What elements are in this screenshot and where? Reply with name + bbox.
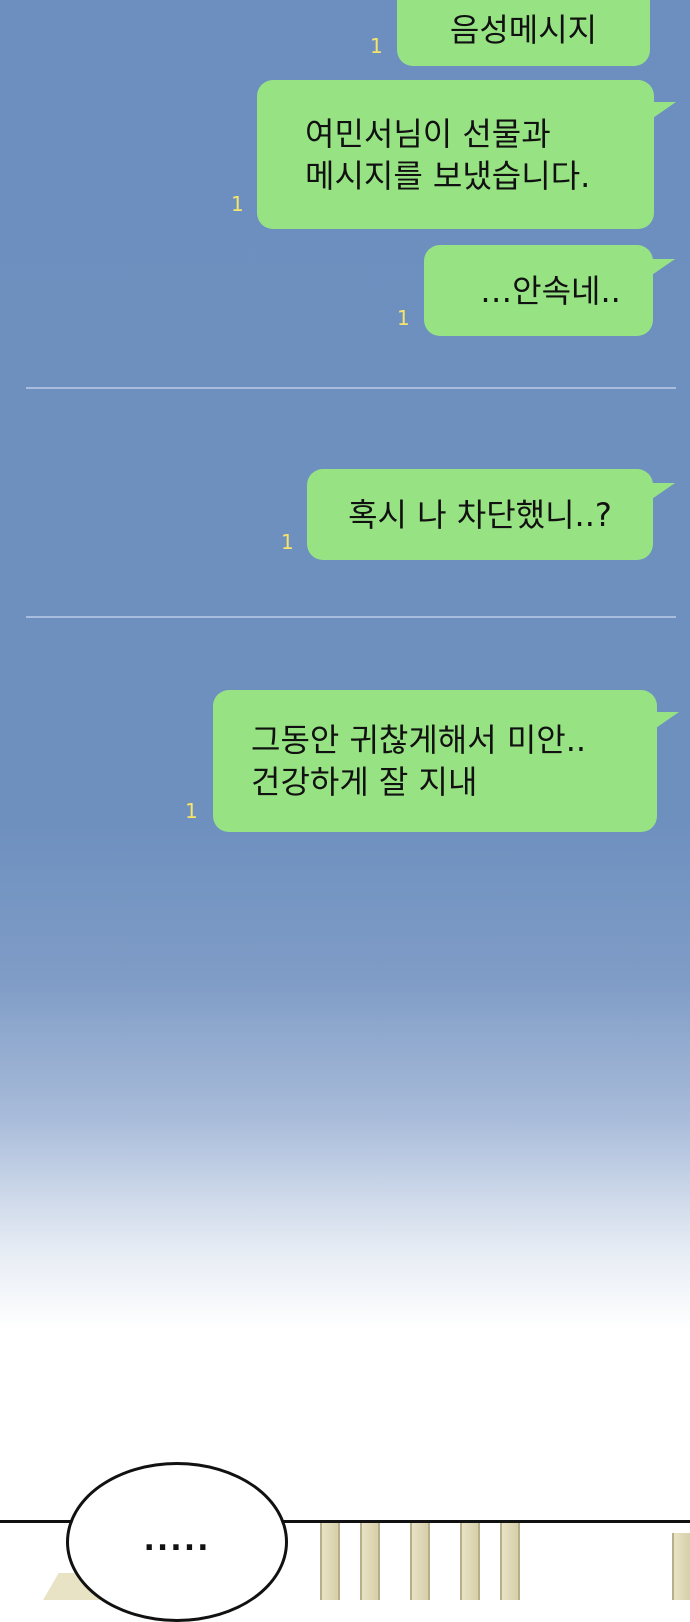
- read-count: 1: [370, 34, 383, 58]
- fence-post: [500, 1523, 520, 1600]
- fence-post: [460, 1523, 480, 1600]
- message-text: 혹시 나 차단했니..?: [348, 495, 612, 534]
- bubble-tail: [653, 712, 679, 730]
- message-bubble: …안속네..: [424, 245, 653, 336]
- bubble-tail: [649, 483, 675, 501]
- fence-post: [360, 1523, 380, 1600]
- speech-bubble: .....: [66, 1462, 288, 1622]
- message-bubble: 음성메시지: [397, 0, 650, 66]
- fence-post: [410, 1523, 430, 1600]
- fence-post: [672, 1533, 690, 1600]
- message-text: 음성메시지: [449, 11, 598, 49]
- fence-post: [320, 1523, 340, 1600]
- message-bubble: 혹시 나 차단했니..?: [307, 469, 653, 560]
- message-bubble: 여민서님이 선물과 메시지를 보냈습니다.: [257, 80, 654, 229]
- message-text: …안속네..: [480, 271, 621, 310]
- message-bubble: 그동안 귀찮게해서 미안.. 건강하게 잘 지내: [213, 690, 657, 832]
- bubble-tail: [650, 102, 676, 120]
- speech-text: .....: [143, 1523, 211, 1558]
- read-count: 1: [231, 192, 244, 216]
- read-count: 1: [281, 530, 294, 554]
- bubble-tail: [649, 259, 675, 277]
- divider: [26, 387, 676, 389]
- read-count: 1: [397, 306, 410, 330]
- message-text: 그동안 귀찮게해서 미안.. 건강하게 잘 지내: [251, 721, 587, 801]
- divider: [26, 616, 676, 618]
- read-count: 1: [185, 799, 198, 823]
- message-text: 여민서님이 선물과 메시지를 보냈습니다.: [305, 114, 591, 195]
